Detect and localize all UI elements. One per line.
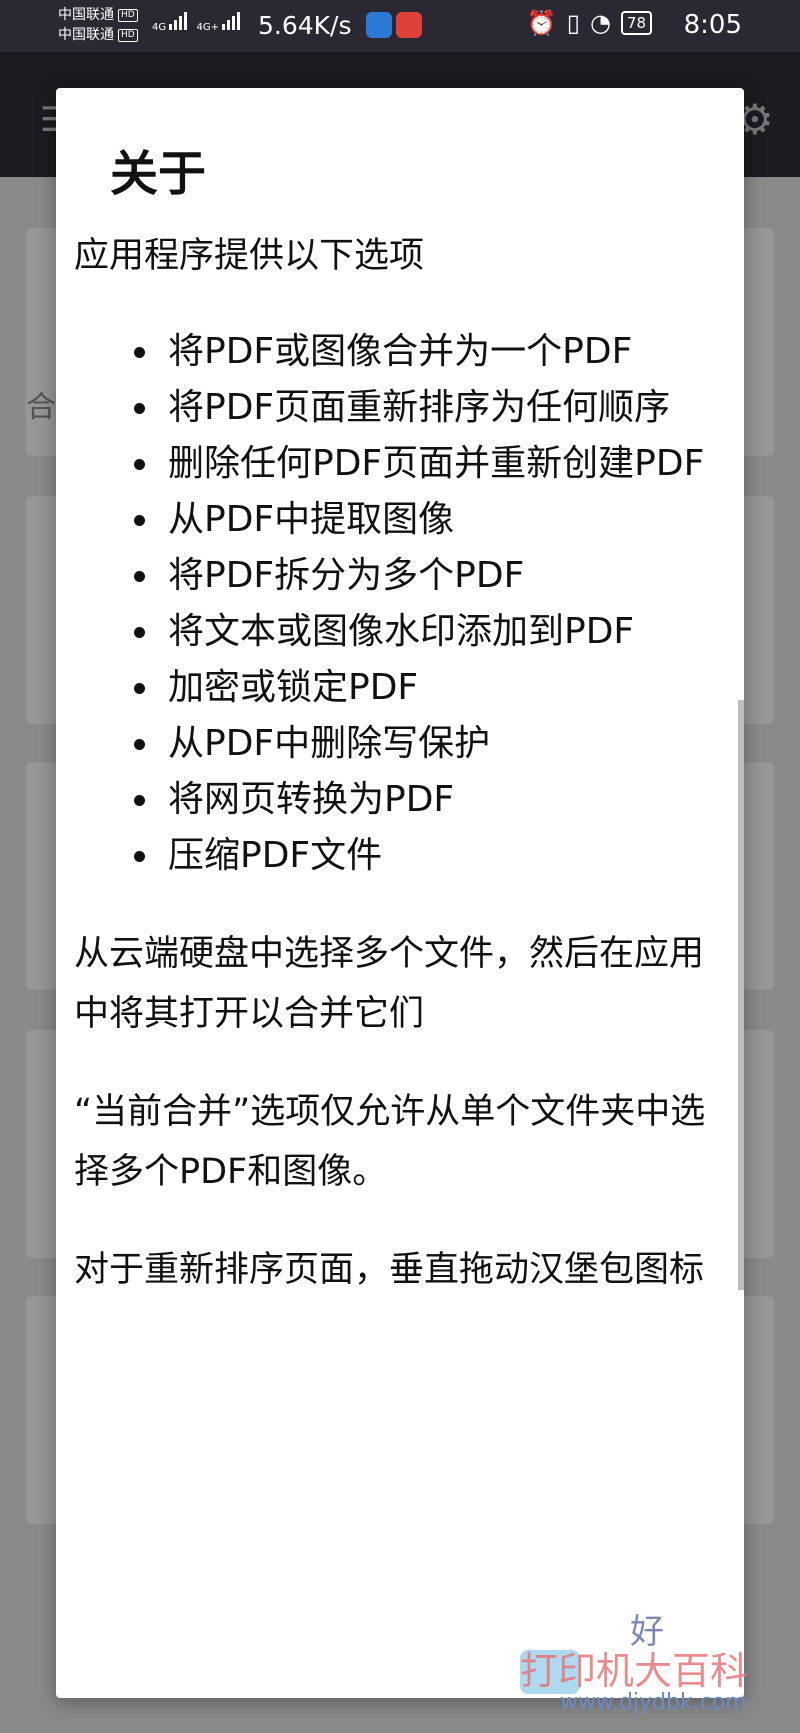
- signal-1-icon: [169, 10, 188, 30]
- hd-badge: HD: [118, 8, 138, 22]
- app-notification-icon: [366, 12, 392, 38]
- hd-badge: HD: [118, 28, 138, 42]
- clock: 8:05: [683, 10, 742, 40]
- alarm-icon: ⏰: [526, 9, 557, 37]
- network-1-label: 4G: [152, 22, 167, 33]
- about-dialog: 关于 应用程序提供以下选项 将PDF或图像合并为一个PDF 将PDF页面重新排序…: [56, 88, 744, 1698]
- watermark-text: 打印机大百科: [520, 1649, 749, 1693]
- background-card-label: 合: [26, 390, 56, 425]
- feature-item: 从PDF中提取图像: [162, 492, 724, 548]
- dialog-title: 关于: [110, 146, 207, 202]
- signal-indicators: 4G 4G+: [152, 10, 246, 33]
- dialog-scrollbar[interactable]: [738, 700, 744, 1290]
- vibrate-icon: ▯: [566, 9, 580, 37]
- feature-item: 压缩PDF文件: [162, 828, 724, 884]
- feature-item: 从PDF中删除写保护: [162, 716, 724, 772]
- feature-list: 将PDF或图像合并为一个PDF 将PDF页面重新排序为任何顺序 删除任何PDF页…: [74, 324, 724, 884]
- status-bar: 中国联通 HD 中国联通 HD 4G 4G+ 5.64K/s ⏰ ▯ ◔ 78 8:…: [0, 0, 800, 52]
- feature-item: 将PDF拆分为多个PDF: [162, 548, 724, 604]
- feature-item: 将文本或图像水印添加到PDF: [162, 604, 724, 660]
- speedometer-icon: ◔: [589, 9, 611, 37]
- feature-item: 加密或锁定PDF: [162, 660, 724, 716]
- feature-item: 将PDF或图像合并为一个PDF: [162, 324, 724, 380]
- signal-2-icon: [222, 10, 241, 30]
- app-notification-icon: [396, 12, 422, 38]
- carrier-1-label: 中国联通: [58, 7, 114, 23]
- carrier-2-label: 中国联通: [58, 27, 114, 43]
- info-paragraph: 对于重新排序页面，垂直拖动汉堡包图标: [74, 1250, 705, 1290]
- carrier-info: 中国联通 HD 中国联通 HD: [58, 5, 138, 45]
- network-speed: 5.64K/s: [258, 11, 352, 40]
- status-icons: ⏰ ▯ ◔ 78: [527, 9, 652, 37]
- network-2-label: 4G+: [196, 22, 220, 33]
- feature-item: 删除任何PDF页面并重新创建PDF: [162, 436, 724, 492]
- battery-icon: 78: [620, 11, 652, 35]
- info-paragraph: 从云端硬盘中选择多个文件，然后在应用中将其打开以合并它们: [74, 934, 705, 1034]
- feature-item: 将PDF页面重新排序为任何顺序: [162, 380, 724, 436]
- intro-text: 应用程序提供以下选项: [74, 236, 425, 276]
- dialog-content[interactable]: 应用程序提供以下选项 将PDF或图像合并为一个PDF 将PDF页面重新排序为任何…: [74, 226, 724, 1646]
- feature-item: 将网页转换为PDF: [162, 772, 724, 828]
- info-paragraph: “当前合并”选项仅允许从单个文件夹中选择多个PDF和图像。: [74, 1092, 706, 1192]
- watermark-url: www.djydbk.com: [560, 1690, 747, 1715]
